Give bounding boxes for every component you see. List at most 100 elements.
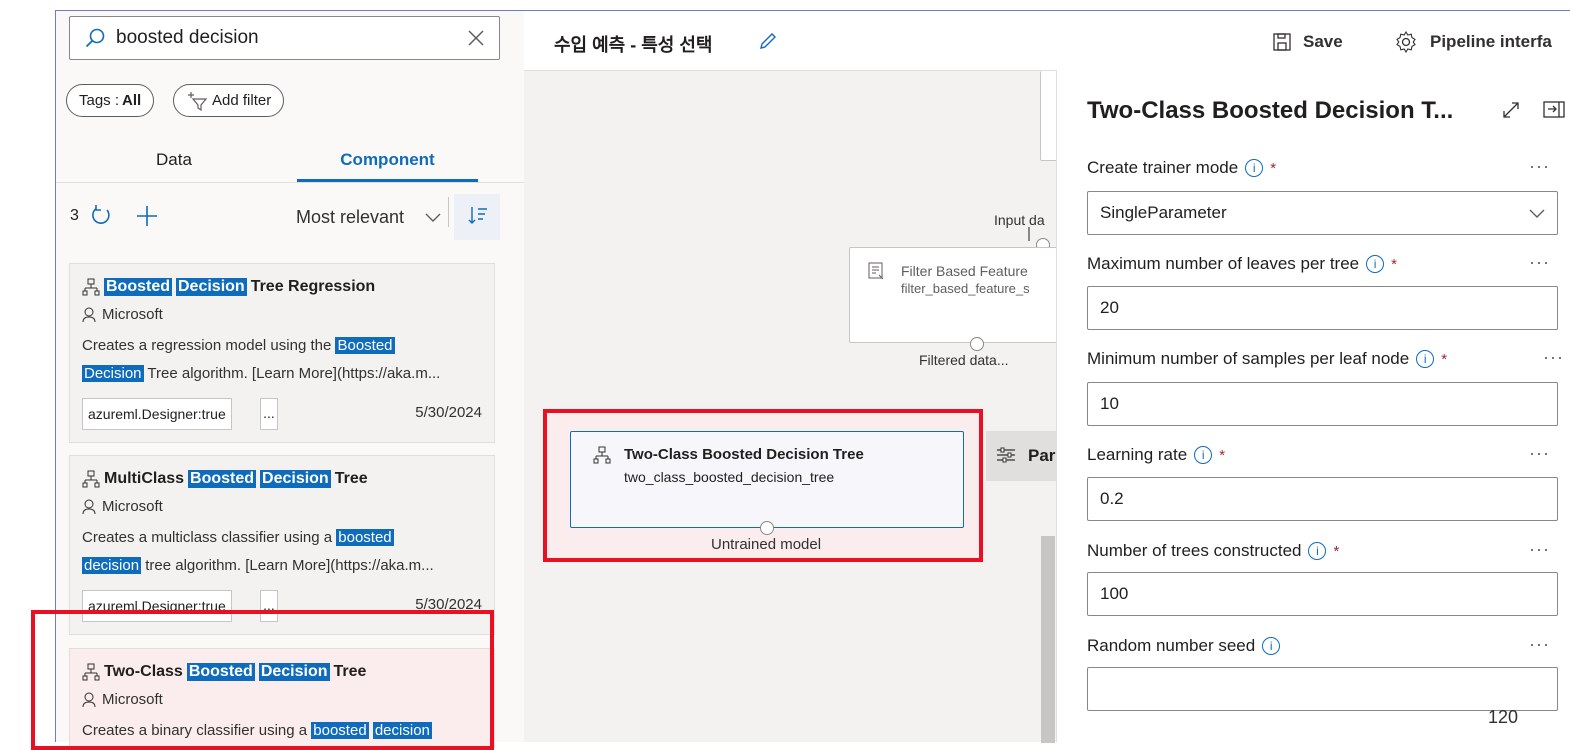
- learning-rate-input[interactable]: 0.2: [1087, 477, 1558, 521]
- info-icon[interactable]: i: [1245, 159, 1264, 177]
- sort-descending-icon: [468, 206, 488, 226]
- more-options-icon[interactable]: ···: [1529, 252, 1550, 273]
- more-options-icon[interactable]: ···: [1529, 443, 1550, 464]
- dock-panel-icon[interactable]: [1543, 100, 1565, 120]
- filter-node-title: Filter Based Feature: [901, 263, 1028, 279]
- tab-component[interactable]: Component: [297, 150, 478, 170]
- desc-text: Tree algorithm. [Learn More](https://aka…: [143, 365, 441, 382]
- save-button[interactable]: Save: [1303, 32, 1343, 52]
- desc-highlight: Decision: [82, 365, 144, 382]
- label-text: Create trainer mode: [1087, 158, 1239, 177]
- info-icon[interactable]: i: [1308, 542, 1327, 560]
- title-highlight: Decision: [260, 470, 331, 488]
- more-options-icon[interactable]: ···: [1529, 539, 1550, 560]
- sort-direction-button[interactable]: [454, 194, 500, 240]
- title-highlight: Boosted: [104, 278, 172, 296]
- card-publisher: Microsoft: [82, 498, 163, 515]
- required-marker: *: [1219, 446, 1226, 464]
- card-description: Creates a regression model using the Boo…: [82, 332, 487, 388]
- component-icon: [82, 470, 100, 488]
- gear-icon[interactable]: [1395, 31, 1417, 53]
- component-card[interactable]: Boosted Decision Tree Regression Microso…: [69, 263, 495, 443]
- desc-highlight: decision: [82, 557, 142, 574]
- tree-node-title: Two-Class Boosted Decision Tree: [624, 446, 864, 463]
- input-value: 100: [1100, 584, 1129, 603]
- tree-node-subtitle: two_class_boosted_decision_tree: [624, 469, 835, 485]
- required-marker: *: [1441, 350, 1448, 368]
- tab-divider: [56, 182, 525, 183]
- filtered-data-label: Filtered data...: [919, 352, 1009, 368]
- publisher-name: Microsoft: [102, 498, 163, 515]
- info-icon[interactable]: i: [1416, 350, 1435, 368]
- input-value: 0.2: [1100, 489, 1124, 508]
- search-input[interactable]: boosted decision: [116, 27, 467, 49]
- parameters-tab-label: Par: [1028, 446, 1056, 465]
- output-port[interactable]: [970, 337, 984, 351]
- component-card[interactable]: MultiClass Boosted Decision Tree Microso…: [69, 455, 495, 635]
- edit-pencil-icon[interactable]: [758, 31, 778, 51]
- number-of-trees-input[interactable]: 100: [1087, 572, 1558, 616]
- save-icon[interactable]: [1272, 32, 1292, 52]
- two-class-boosted-tree-node[interactable]: Two-Class Boosted Decision Tree two_clas…: [570, 431, 964, 528]
- filter-based-feature-node[interactable]: Filter Based Feature filter_based_featur…: [849, 247, 1059, 343]
- add-filter-label: Add filter: [212, 92, 272, 109]
- title-highlight: Decision: [176, 278, 247, 296]
- more-options-icon[interactable]: ···: [1529, 634, 1550, 655]
- desc-highlight: boosted: [336, 529, 394, 546]
- sliders-icon: [996, 446, 1016, 464]
- label-text: Random number seed: [1087, 636, 1256, 655]
- component-icon: [593, 446, 611, 464]
- module-icon: [868, 262, 886, 280]
- desc-text: Creates a multiclass classifier using a: [82, 529, 337, 546]
- sort-dropdown[interactable]: Most relevant: [296, 207, 404, 228]
- min-samples-input[interactable]: 10: [1087, 382, 1558, 426]
- add-filter-button[interactable]: Add filter: [173, 84, 285, 117]
- pipeline-title: 수입 예측 - 특성 선택: [554, 35, 713, 55]
- title-text: MultiClass: [104, 470, 185, 487]
- field-label-create-trainer-mode: Create trainer mode i *: [1087, 158, 1276, 178]
- title-text: Tree: [334, 470, 368, 487]
- info-icon[interactable]: i: [1194, 446, 1213, 464]
- label-text: Minimum number of samples per leaf node: [1087, 349, 1410, 368]
- canvas-scrollbar[interactable]: [1041, 536, 1055, 743]
- connector-line: [1028, 227, 1030, 241]
- person-icon: [82, 307, 96, 323]
- pipeline-interface-button[interactable]: Pipeline interfa: [1430, 32, 1552, 52]
- field-label-max-leaves: Maximum number of leaves per tree i *: [1087, 254, 1397, 274]
- refresh-icon[interactable]: [88, 203, 114, 229]
- trainer-mode-select[interactable]: SingleParameter: [1087, 191, 1558, 235]
- title-highlight: Boosted: [188, 470, 257, 488]
- card-title: MultiClass Boosted Decision Tree: [82, 470, 368, 488]
- card-tag[interactable]: azureml.Designer:true: [82, 398, 232, 430]
- desc-text: tree algorithm. [Learn More](https://aka…: [141, 557, 434, 574]
- input-value: 20: [1100, 298, 1119, 317]
- more-options-icon[interactable]: ···: [1529, 156, 1550, 177]
- desc-highlight: Boosted: [335, 337, 395, 354]
- tags-filter-prefix: Tags :: [79, 92, 120, 109]
- output-port[interactable]: [760, 521, 774, 535]
- expand-icon[interactable]: [1501, 100, 1521, 120]
- clear-search-icon[interactable]: [467, 29, 485, 47]
- parameters-tab[interactable]: Par: [986, 431, 1056, 481]
- more-options-icon[interactable]: ···: [1543, 347, 1564, 368]
- random-seed-input[interactable]: [1087, 667, 1558, 711]
- info-icon[interactable]: i: [1366, 255, 1385, 273]
- required-marker: *: [1391, 255, 1397, 273]
- properties-title: Two-Class Boosted Decision T...: [1087, 97, 1454, 124]
- input-value: 10: [1100, 394, 1119, 413]
- card-date: 5/30/2024: [415, 404, 482, 421]
- add-icon[interactable]: [135, 204, 159, 228]
- chevron-down-icon[interactable]: [425, 210, 441, 224]
- field-label-random-seed: Random number seed i: [1087, 636, 1281, 656]
- result-count: 3: [70, 207, 79, 224]
- filter-node-subtitle: filter_based_feature_s: [901, 281, 1030, 296]
- max-leaves-input[interactable]: 20: [1087, 286, 1558, 330]
- info-icon[interactable]: i: [1262, 637, 1281, 655]
- publisher-name: Microsoft: [102, 306, 163, 323]
- tags-filter-chip[interactable]: Tags : All: [66, 84, 155, 117]
- more-tags-button[interactable]: ...: [260, 398, 278, 430]
- sort-divider: [448, 197, 449, 227]
- tab-data[interactable]: Data: [129, 150, 219, 170]
- search-box[interactable]: boosted decision: [69, 16, 500, 60]
- required-marker: *: [1270, 159, 1277, 177]
